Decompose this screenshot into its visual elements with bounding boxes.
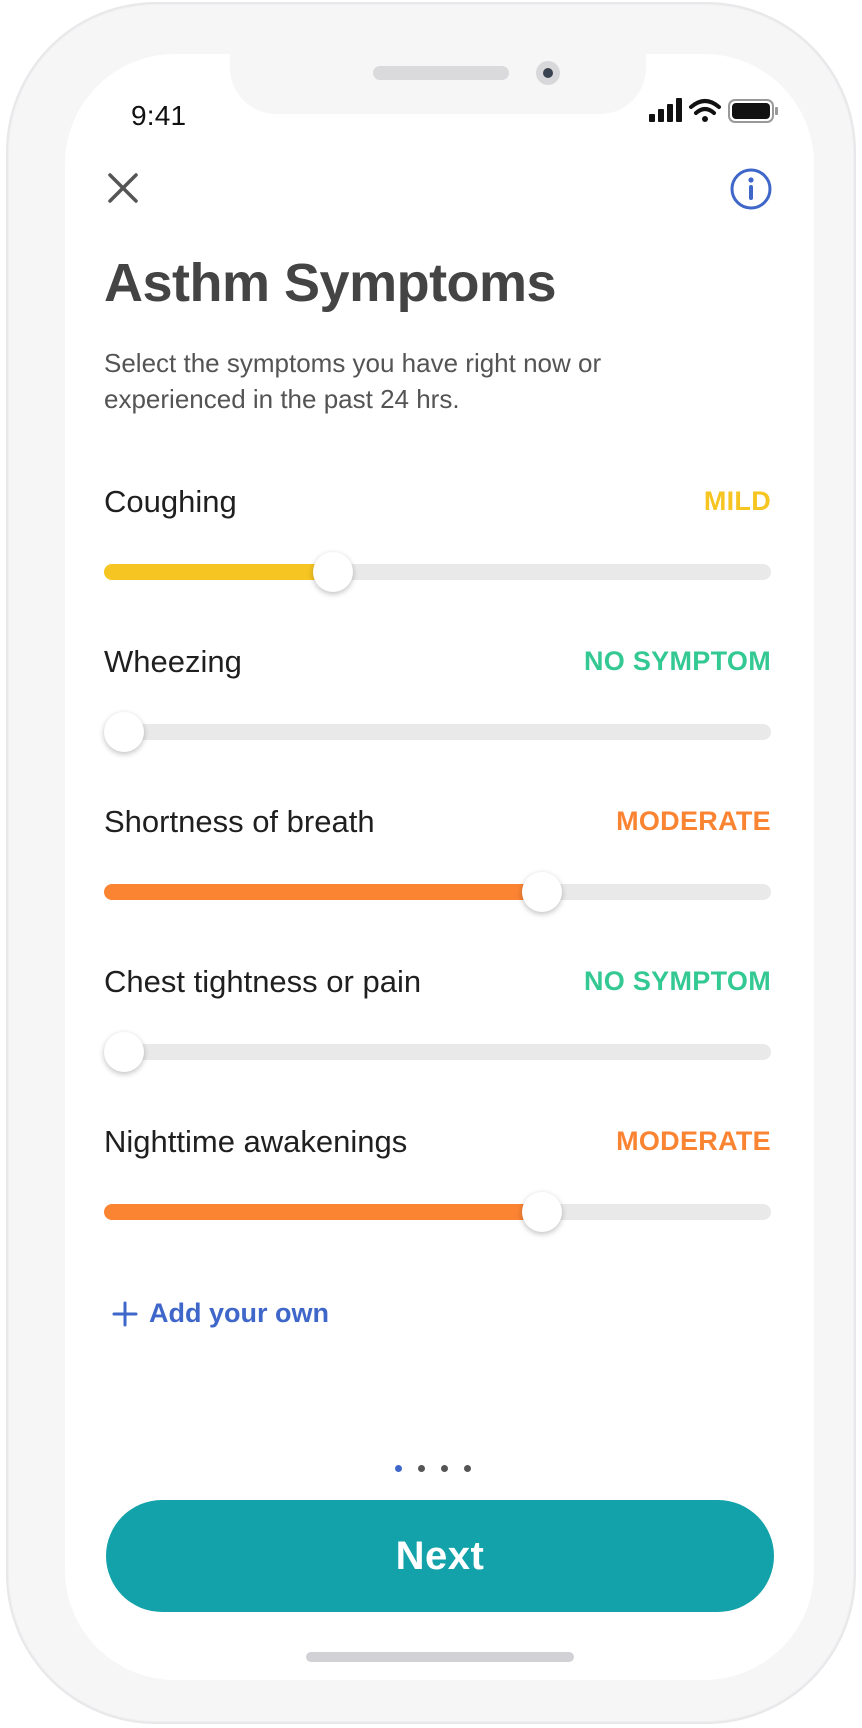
page-subtitle: Select the symptoms you have right now o… xyxy=(104,348,602,414)
next-button[interactable]: Next xyxy=(106,1500,774,1612)
severity-slider[interactable] xyxy=(104,1032,771,1072)
info-icon xyxy=(730,168,772,210)
severity-label: MODERATE xyxy=(616,806,771,836)
next-button-label: Next xyxy=(395,1533,485,1578)
slider-fill xyxy=(104,564,333,580)
home-indicator[interactable] xyxy=(306,1652,574,1662)
wifi-icon xyxy=(689,99,721,122)
symptom-name: Shortness of breath xyxy=(104,804,375,839)
info-button[interactable] xyxy=(728,166,774,212)
add-your-own-button[interactable]: Add your own xyxy=(111,1298,329,1329)
status-time: 9:41 xyxy=(131,100,187,131)
symptom-name: Coughing xyxy=(104,484,237,519)
severity-slider[interactable] xyxy=(104,552,771,592)
slider-thumb[interactable] xyxy=(522,1192,563,1232)
app-screen: 9:41 Asthm Symptoms Select the symptoms … xyxy=(65,54,814,1680)
symptom-shortness-of-breath: Shortness of breath MODERATE xyxy=(104,804,771,934)
symptom-wheezing: Wheezing NO SYMPTOM xyxy=(104,644,771,774)
severity-label: MILD xyxy=(703,486,771,516)
slider-track xyxy=(104,724,771,740)
speaker-grille xyxy=(373,66,509,80)
page-dot xyxy=(418,1464,425,1472)
page-dot xyxy=(441,1464,448,1472)
add-your-own-label: Add your own xyxy=(149,1298,329,1328)
severity-label: MODERATE xyxy=(616,1126,771,1156)
symptom-name: Wheezing xyxy=(104,644,242,679)
severity-label: NO SYMPTOM xyxy=(583,966,771,996)
slider-fill xyxy=(104,884,543,900)
severity-slider[interactable] xyxy=(104,1192,771,1232)
slider-track xyxy=(104,1044,771,1060)
slider-thumb[interactable] xyxy=(104,712,144,752)
front-camera xyxy=(536,61,560,85)
severity-slider[interactable] xyxy=(104,712,771,752)
page-title: Asthm Symptoms xyxy=(104,253,557,313)
slider-thumb[interactable] xyxy=(522,872,563,912)
slider-thumb[interactable] xyxy=(312,552,353,592)
severity-label: NO SYMPTOM xyxy=(583,646,771,676)
slider-thumb[interactable] xyxy=(104,1032,144,1072)
phone-frame: 9:41 Asthm Symptoms Select the symptoms … xyxy=(6,2,856,1724)
symptom-coughing: Coughing MILD xyxy=(104,484,771,614)
status-icons xyxy=(649,94,789,128)
page-dot xyxy=(395,1464,402,1472)
severity-slider[interactable] xyxy=(104,872,771,912)
cellular-signal-icon xyxy=(649,98,682,122)
symptom-name: Chest tightness or pain xyxy=(104,964,422,999)
symptom-chest-tightness: Chest tightness or pain NO SYMPTOM xyxy=(104,964,771,1094)
page-dot xyxy=(464,1464,471,1472)
close-button[interactable] xyxy=(99,164,147,212)
symptom-nighttime-awakenings: Nighttime awakenings MODERATE xyxy=(104,1124,771,1254)
slider-fill xyxy=(104,1204,543,1220)
plus-icon xyxy=(112,1301,138,1326)
device-notch xyxy=(230,54,646,114)
close-icon xyxy=(108,173,138,203)
battery-icon xyxy=(728,99,778,123)
symptom-name: Nighttime awakenings xyxy=(104,1124,408,1159)
page-indicator xyxy=(395,1462,471,1474)
